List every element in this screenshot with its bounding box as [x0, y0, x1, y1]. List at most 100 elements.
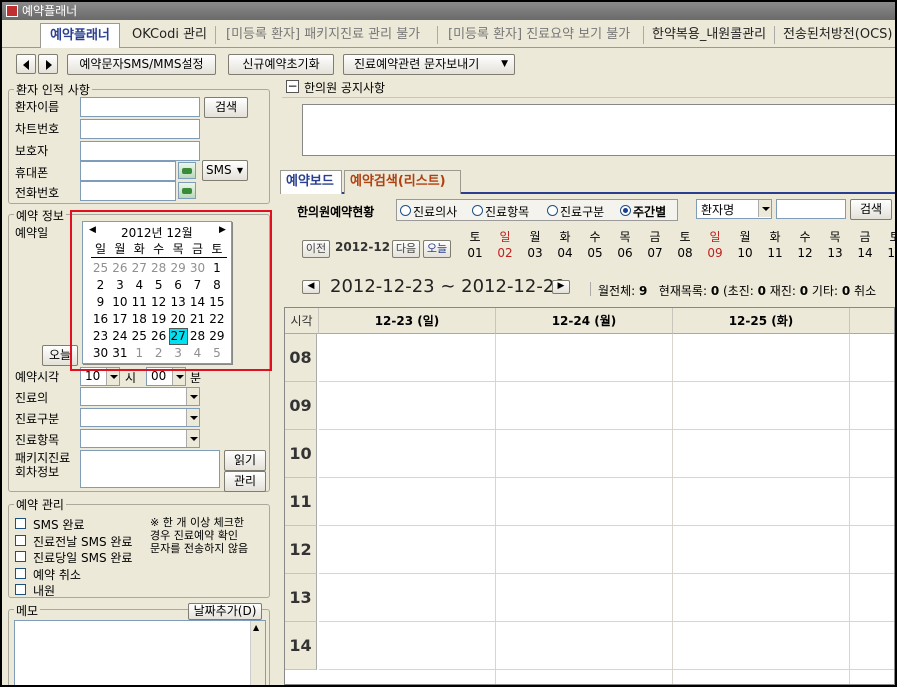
day-weekday[interactable]: 토 [672, 230, 698, 245]
checkbox[interactable] [15, 551, 26, 562]
tab-package-unavailable[interactable]: [미등록 환자] 패키지진료 관리 불가 [220, 23, 426, 48]
day-weekday[interactable]: 일 [702, 230, 728, 245]
tab-reservation-search[interactable]: 예약검색(리스트) [344, 170, 461, 194]
read-button[interactable]: 읽기 [224, 450, 266, 471]
day-number[interactable]: 12 [792, 246, 818, 261]
prev-month-button[interactable]: 이전 [302, 240, 330, 258]
checkbox-label: 내원 [33, 584, 56, 598]
tab-summary-unavailable[interactable]: [미등록 환자] 진료요약 보기 불가 [442, 23, 636, 48]
summary-part: 취소 [850, 284, 877, 298]
add-date-button[interactable]: 날짜추가(D) [188, 603, 262, 620]
day-weekday[interactable]: 토 [462, 230, 488, 245]
week-summary: 월전체: 9 현재목록: 0 (초진: 0 재진: 0 기타: 0 취소 [598, 282, 876, 299]
day-number[interactable]: 04 [552, 246, 578, 261]
hour-label: 12 [285, 526, 317, 574]
highlight-box [70, 210, 272, 371]
tab-reservation-planner[interactable]: 예약플래너 [40, 23, 120, 48]
prev-week-button[interactable]: ◀ [302, 280, 320, 294]
search-type-select[interactable]: 환자명 [696, 199, 772, 219]
patient-name-input[interactable] [80, 97, 200, 117]
sms-settings-button[interactable]: 예약문자SMS/MMS설정 [67, 54, 216, 75]
notice-bar: − 한의원 공지사항 [282, 76, 895, 98]
mobile-input[interactable] [80, 161, 176, 181]
checkbox[interactable] [15, 534, 26, 546]
day-weekday[interactable]: 금 [642, 230, 668, 245]
day-weekday[interactable]: 화 [552, 230, 578, 245]
patient-search-input[interactable] [776, 199, 846, 219]
phone-icon[interactable] [178, 182, 196, 199]
view-mode-label: 진료의사 [413, 205, 458, 219]
arrow-right-icon: ▶ [557, 281, 565, 291]
hour-label: 10 [285, 430, 317, 478]
day-weekday[interactable]: 월 [732, 230, 758, 245]
today-month-button[interactable]: 오늘 [423, 240, 451, 258]
next-week-button[interactable]: ▶ [552, 280, 570, 294]
day-column-header[interactable] [850, 308, 894, 334]
prev-button[interactable] [16, 54, 36, 74]
view-mode-radio[interactable] [400, 205, 411, 216]
view-mode-radio[interactable] [547, 205, 558, 216]
checkbox[interactable] [15, 518, 26, 529]
tab-prescriptions[interactable]: 전송된처방전(OCS) [777, 23, 895, 48]
day-column-header[interactable]: 12-25 (화) [673, 308, 850, 334]
day-number[interactable]: 15 [882, 246, 895, 261]
item-label: 진료항목 [15, 433, 60, 447]
day-column-header[interactable]: 12-23 (일) [319, 308, 496, 334]
day-number[interactable]: 02 [492, 246, 518, 261]
search-button[interactable]: 검색 [204, 97, 248, 118]
dropdown-arrow-icon: ▼ [236, 166, 243, 175]
tab-herbal-call[interactable]: 한약복용_내원콜관리 [646, 23, 772, 48]
next-month-button[interactable]: 다음 [392, 240, 420, 258]
day-number[interactable]: 10 [732, 246, 758, 261]
day-number[interactable]: 09 [702, 246, 728, 261]
day-weekday[interactable]: 금 [852, 230, 878, 245]
tab-reservation-board[interactable]: 예약보드 [280, 170, 342, 194]
collapse-icon[interactable]: − [286, 80, 299, 93]
guardian-input[interactable] [80, 141, 200, 161]
memo-textarea[interactable]: ▲ [14, 620, 266, 685]
item-select[interactable] [80, 429, 200, 448]
day-weekday[interactable]: 화 [762, 230, 788, 245]
day-number[interactable]: 11 [762, 246, 788, 261]
category-select[interactable] [80, 408, 200, 427]
day-weekday[interactable]: 목 [822, 230, 848, 245]
chart-number-input[interactable] [80, 119, 200, 139]
package-info-box[interactable] [80, 450, 220, 488]
day-weekday[interactable]: 수 [792, 230, 818, 245]
day-weekday[interactable]: 월 [522, 230, 548, 245]
patient-name-label: 환자이름 [15, 100, 60, 114]
day-number[interactable]: 14 [852, 246, 878, 261]
doctor-select[interactable] [80, 387, 200, 406]
tab-okcodi[interactable]: OKCodi 관리 [126, 23, 213, 48]
checkbox[interactable] [15, 584, 26, 595]
phone-icon[interactable] [178, 162, 196, 179]
checkbox[interactable] [15, 567, 26, 579]
view-mode-radio[interactable] [472, 205, 483, 216]
memo-scrollbar[interactable]: ▲ [250, 621, 265, 685]
scroll-up-icon[interactable]: ▲ [253, 623, 259, 632]
day-weekday[interactable]: 목 [612, 230, 638, 245]
day-weekday[interactable]: 수 [582, 230, 608, 245]
day-column-header[interactable]: 12-24 (월) [496, 308, 673, 334]
send-sms-dropdown[interactable]: 진료예약관련 문자보내기 ▼ [343, 54, 515, 75]
notice-content[interactable] [302, 104, 895, 156]
view-mode-radio[interactable] [620, 205, 631, 216]
week-range: 2012-12-23 ~ 2012-12-29 [330, 276, 566, 297]
board-search-button[interactable]: 검색 [850, 199, 892, 220]
day-number[interactable]: 08 [672, 246, 698, 261]
phone-input[interactable] [80, 181, 176, 201]
day-number[interactable]: 05 [582, 246, 608, 261]
day-weekday[interactable]: 일 [492, 230, 518, 245]
day-number[interactable]: 06 [612, 246, 638, 261]
summary-part: (초진: [719, 284, 758, 298]
summary-part: 기타: [808, 284, 842, 298]
reset-reservation-button[interactable]: 신규예약초기화 [228, 54, 334, 75]
day-number[interactable]: 01 [462, 246, 488, 261]
next-button[interactable] [38, 54, 58, 74]
day-number[interactable]: 03 [522, 246, 548, 261]
day-weekday[interactable]: 토 [882, 230, 895, 245]
day-number[interactable]: 07 [642, 246, 668, 261]
sms-dropdown[interactable]: SMS ▼ [202, 160, 248, 181]
day-number[interactable]: 13 [822, 246, 848, 261]
manage-button[interactable]: 관리 [224, 471, 266, 492]
